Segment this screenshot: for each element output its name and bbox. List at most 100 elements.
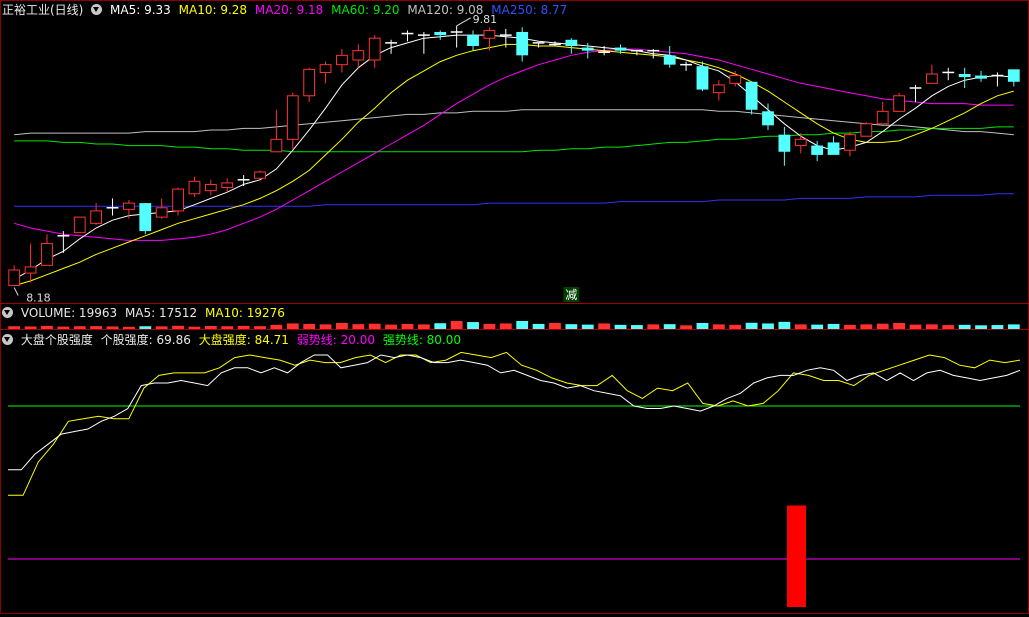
candle [417,32,430,54]
settings-toggle-icon[interactable] [91,4,103,15]
candle [467,30,479,51]
candle-body [975,75,987,79]
candle [844,131,856,157]
volume-bar [286,323,299,329]
stock-strength-line [8,354,1021,471]
volume-bar [663,324,676,329]
candle-body [90,210,103,224]
ma60-label: MA60: 9.20 [331,3,400,17]
volume-bar [270,324,283,329]
candle [827,136,840,155]
volume-bar [417,324,430,329]
candle-body [303,68,316,97]
candle-body [123,202,135,210]
volume-bar [614,324,627,329]
volume-bar [565,324,578,329]
volume-bar [106,326,119,329]
candle [663,46,676,68]
volume-bar [221,326,234,329]
volume-bar [794,324,807,329]
volume-bar [876,323,889,329]
low-price-label: 8.18 [26,292,51,305]
candle [188,176,201,197]
low-pointer [13,287,19,296]
candle [450,25,463,48]
volume-bar [41,325,53,329]
volume-bar [352,324,365,329]
candle-body [286,95,299,140]
candle-body [844,134,856,151]
strength-indicator-panel[interactable] [8,351,1021,607]
volume-settings-icon[interactable] [2,307,13,318]
volume-bar [958,324,971,329]
candle-body [729,75,742,84]
candle [434,30,447,40]
candle [909,84,922,102]
volume-bar [8,326,21,329]
candle [270,109,283,153]
candle-body [1007,69,1020,82]
candle-body [696,66,709,90]
volume-bar [90,326,103,329]
candle-body [778,134,791,152]
candle [336,49,348,73]
weak-line-label: 弱势线: 20.00 [296,333,375,347]
stock-name[interactable]: 正裕工业(日线) [2,3,83,17]
volume-bar [483,323,496,329]
candle [139,203,152,235]
volume-bar [450,321,463,329]
stock-chart-window: 9.81 8.18 减 正裕工业(日线) MA5: 9.33 MA10: 9.28 … [0,0,1029,614]
candle-body [352,50,365,61]
candle [106,198,119,216]
red-signal-bar [787,505,806,607]
candle [925,64,938,84]
candle-body [925,73,938,84]
volume-bar [172,325,184,329]
candle-body [827,142,840,155]
candle [696,61,709,92]
candle-body [8,269,21,287]
volume-bar [680,325,692,329]
candle [401,30,414,42]
volume-bar [73,326,86,329]
volume-bar [844,324,856,329]
main-price-panel[interactable]: 9.818.18 减 [8,13,1020,305]
candle-body [614,47,627,51]
volume-bar [975,325,987,329]
volume-bar [237,325,250,329]
candle-body [483,29,496,39]
ma20-label: MA20: 9.18 [254,3,324,17]
candle-body [745,81,758,110]
volume-bar [909,324,922,329]
volume-bar [549,323,561,329]
volume-bar [925,324,938,329]
candle [204,179,217,196]
main-header: 正裕工业(日线) MA5: 9.33 MA10: 9.28 MA20: 9.18… [2,2,571,18]
volume-bar [24,326,37,329]
volume-bar [401,323,414,329]
candle [172,187,184,216]
candle [516,27,529,62]
volume-panel[interactable] [8,321,1020,329]
candle [303,67,316,102]
candle-body [434,32,447,36]
candle [975,70,987,82]
candle [680,61,692,71]
volume-bar [991,325,1004,329]
candle [319,61,332,84]
candle-body [221,182,234,189]
volume-bar [581,324,594,329]
volume-header: VOLUME: 19963 MA5: 17512 MA10: 19276 [2,305,289,321]
candle [778,126,791,166]
strong-line-label: 强势线: 80.00 [382,333,462,347]
ma10-line [14,43,1014,287]
volume-bar [204,326,217,329]
volume-bar [762,323,774,329]
volume-bar [729,324,742,329]
indicator-settings-icon[interactable] [2,334,13,345]
candle-body [368,37,381,61]
volume-bar [499,323,512,329]
high-pointer [456,17,471,27]
stock-strength-label: 个股强度: 69.86 [100,333,191,347]
market-strength-label: 大盘强度: 84.71 [198,333,289,347]
